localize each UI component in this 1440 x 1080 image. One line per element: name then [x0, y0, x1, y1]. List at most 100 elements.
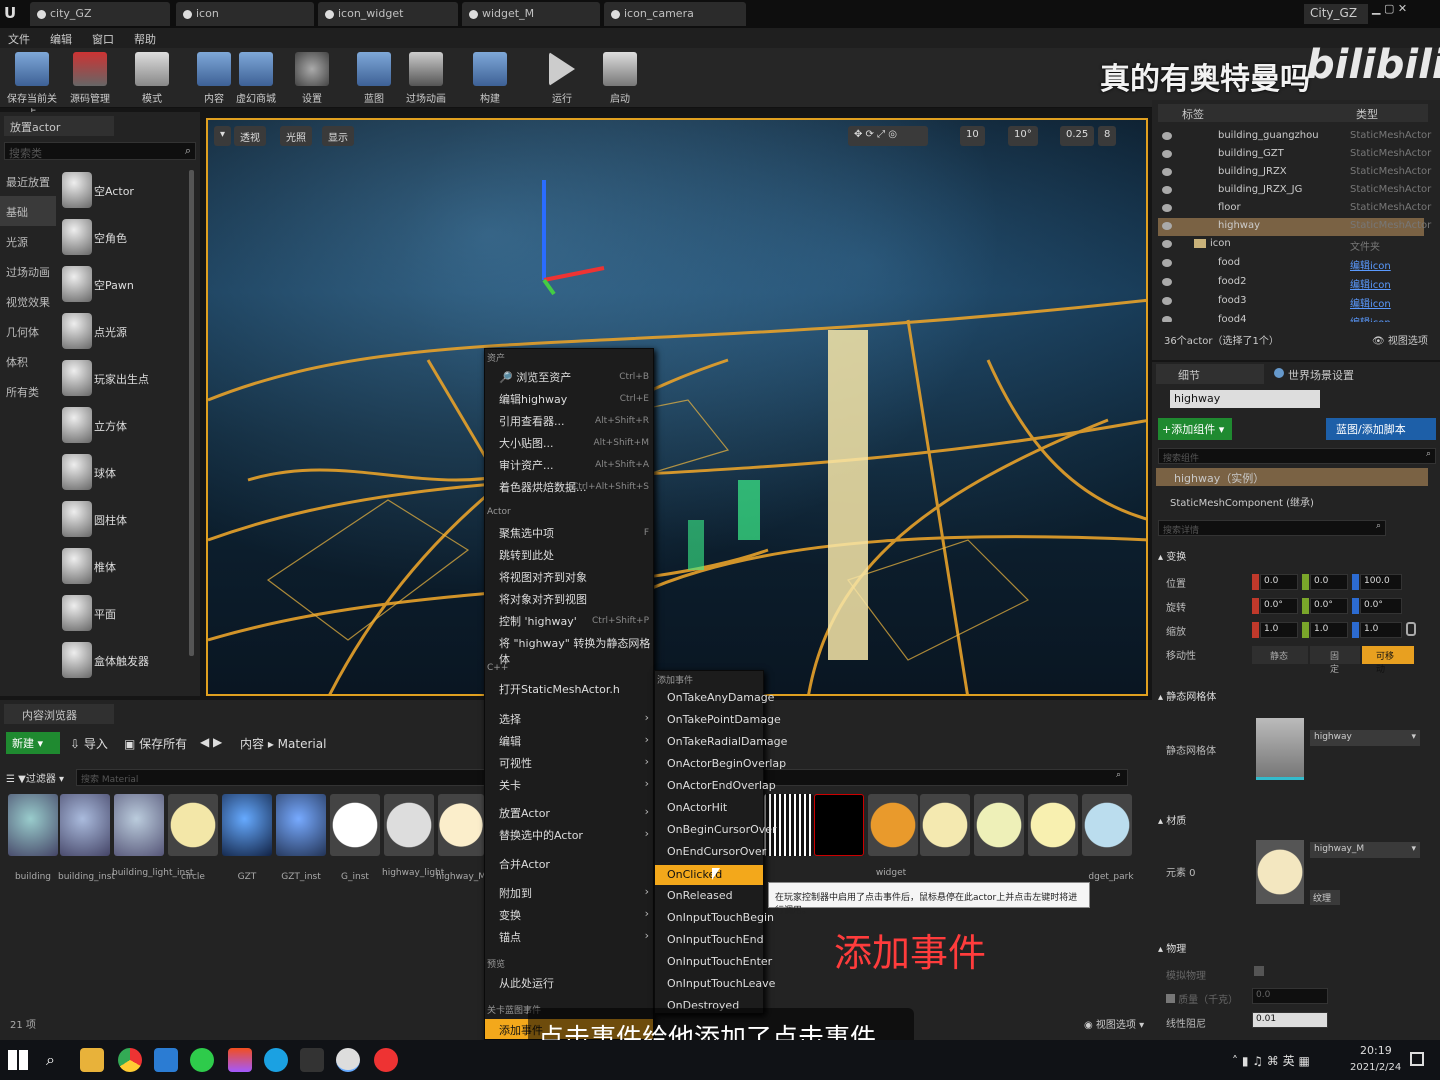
mesh-dropdown[interactable]: highway ▾: [1310, 730, 1420, 746]
tab-widget-m[interactable]: widget_M: [462, 2, 600, 26]
world-settings-tab[interactable]: 世界场景设置: [1272, 364, 1382, 384]
save-all-button[interactable]: ▣ 保存所有: [124, 735, 187, 752]
epic-launcher-icon[interactable]: [300, 1048, 324, 1072]
menu-item[interactable]: 将对象对齐到视图: [499, 591, 587, 607]
category-geometry[interactable]: 几何体: [0, 316, 56, 346]
menu-item[interactable]: 变换: [499, 907, 521, 923]
place-item-empty-actor[interactable]: 空Actor: [60, 168, 188, 214]
add-component-button[interactable]: +添加组件 ▾: [1158, 418, 1232, 440]
outliner-folder-row[interactable]: icon 文件夹: [1158, 236, 1424, 254]
menu-file[interactable]: 文件: [8, 31, 30, 46]
level-viewport[interactable]: ▾ 透视 光照 显示 ✥ ⟳ ⤢ ◎ 10 10° 0.25 8: [206, 118, 1148, 696]
asset-tile[interactable]: [384, 794, 434, 856]
menu-item[interactable]: 放置Actor: [499, 805, 550, 821]
menu-item[interactable]: 聚焦选中项: [499, 525, 554, 541]
eye-icon[interactable]: [1162, 259, 1172, 267]
category-cinematic[interactable]: 过场动画: [0, 256, 56, 286]
transform-tools[interactable]: ✥ ⟳ ⤢ ◎: [848, 126, 928, 146]
place-item-player-start[interactable]: 玩家出生点: [60, 356, 188, 402]
asset-tile[interactable]: [814, 794, 864, 856]
scale-x-field[interactable]: 1.0: [1260, 622, 1298, 638]
menu-item[interactable]: 跳转到此处: [499, 547, 554, 563]
blueprints-button[interactable]: 蓝图: [346, 52, 402, 106]
menu-item[interactable]: 替换选中的Actor: [499, 827, 583, 843]
category-basic[interactable]: 基础: [0, 196, 56, 226]
figma-icon[interactable]: [228, 1048, 252, 1072]
place-item-cone[interactable]: 椎体: [60, 544, 188, 590]
asset-tile[interactable]: [276, 794, 326, 856]
location-x-field[interactable]: 0.0: [1260, 574, 1298, 590]
mass-field[interactable]: 0.0: [1252, 988, 1328, 1004]
materials-section[interactable]: ▴ 材质: [1158, 812, 1186, 827]
rotation-x-field[interactable]: 0.0°: [1260, 598, 1298, 614]
asset-tile[interactable]: [8, 794, 58, 856]
eye-icon[interactable]: [1162, 240, 1172, 248]
window-controls[interactable]: ▁ ▢ ✕: [1372, 2, 1436, 16]
eye-icon[interactable]: [1162, 204, 1172, 212]
label-column-header[interactable]: 标签: [1182, 106, 1204, 122]
asset-tile[interactable]: [868, 794, 918, 856]
build-button[interactable]: 构建: [462, 52, 518, 106]
menu-item[interactable]: 大小贴图...: [499, 435, 554, 451]
menu-item[interactable]: 关卡: [499, 777, 521, 793]
mass-checkbox[interactable]: [1166, 994, 1175, 1003]
actor-name-input[interactable]: highway: [1170, 390, 1320, 408]
material-dropdown[interactable]: highway_M ▾: [1310, 842, 1420, 858]
asset-tile[interactable]: [1082, 794, 1132, 856]
save-level-button[interactable]: 保存当前关卡: [4, 52, 60, 120]
simulate-physics-checkbox[interactable]: [1254, 966, 1264, 976]
content-browser-tab[interactable]: 内容浏览器: [4, 704, 114, 724]
outliner-row[interactable]: building_JRZX_JG StaticMeshActor: [1158, 182, 1431, 200]
chrome-icon[interactable]: [118, 1048, 142, 1072]
menu-help[interactable]: 帮助: [134, 31, 156, 46]
outliner-row[interactable]: food 编辑icon: [1158, 255, 1424, 273]
eye-icon[interactable]: [1162, 222, 1172, 230]
menu-item[interactable]: 将 "highway" 转换为静态网格体: [499, 635, 653, 667]
place-item-empty-character[interactable]: 空角色: [60, 215, 188, 261]
modes-button[interactable]: 模式: [124, 52, 180, 106]
history-nav[interactable]: ◀ ▶: [200, 735, 222, 749]
tab-city-gz[interactable]: city_GZ: [30, 2, 170, 26]
rotation-z-field[interactable]: 0.0°: [1360, 598, 1402, 614]
category-all-classes[interactable]: 所有类: [0, 376, 56, 406]
rotation-snap-value[interactable]: 10°: [1008, 126, 1038, 146]
new-button[interactable]: 新建 ▾: [6, 732, 60, 754]
location-label[interactable]: 位置: [1166, 575, 1186, 590]
eye-icon[interactable]: [1162, 168, 1172, 176]
outliner-row[interactable]: building_guangzhou StaticMeshActor: [1158, 128, 1431, 146]
event-item[interactable]: OnInputTouchEnter: [667, 955, 772, 968]
place-item-point-light[interactable]: 点光源: [60, 309, 188, 355]
place-item-sphere[interactable]: 球体: [60, 450, 188, 496]
outliner-row[interactable]: building_GZT StaticMeshActor: [1158, 146, 1431, 164]
notification-icon[interactable]: [1410, 1052, 1424, 1066]
tab-icon-camera[interactable]: icon_camera: [604, 2, 746, 26]
event-item[interactable]: OnInputTouchBegin: [667, 911, 774, 924]
eye-icon[interactable]: [1162, 186, 1172, 194]
place-item-empty-pawn[interactable]: 空Pawn: [60, 262, 188, 308]
menu-item[interactable]: 控制 'highway': [499, 613, 577, 629]
scale-label[interactable]: 缩放: [1166, 623, 1186, 638]
eye-icon[interactable]: [1162, 132, 1172, 140]
asset-tile[interactable]: [60, 794, 110, 856]
clock-time[interactable]: 20:19: [1360, 1044, 1392, 1057]
clock-date[interactable]: 2021/2/24: [1350, 1062, 1401, 1073]
menu-item[interactable]: 将视图对齐到对象: [499, 569, 587, 585]
wechat-icon[interactable]: [190, 1048, 214, 1072]
details-tab[interactable]: 细节: [1156, 364, 1264, 384]
event-item[interactable]: OnActorBeginOverlap: [667, 757, 786, 770]
search-details-input[interactable]: 搜索详情 ⌕: [1158, 520, 1386, 536]
tab-icon[interactable]: icon: [176, 2, 314, 26]
eye-icon[interactable]: [1162, 278, 1172, 286]
menu-item[interactable]: 合并Actor: [499, 856, 550, 872]
location-y-field[interactable]: 0.0: [1310, 574, 1348, 590]
search-components-input[interactable]: 搜索组件 ⌕: [1158, 448, 1436, 464]
event-item-onclicked[interactable]: OnClicked: [655, 865, 763, 885]
eye-icon[interactable]: [1162, 297, 1172, 305]
menu-window[interactable]: 窗口: [92, 31, 114, 46]
asset-tile[interactable]: [974, 794, 1024, 856]
transform-section[interactable]: ▴ 变换: [1158, 548, 1186, 563]
menu-item[interactable]: 选择: [499, 711, 521, 727]
search-classes-input[interactable]: 搜索类 ⌕: [4, 142, 196, 160]
category-visual-effects[interactable]: 视觉效果: [0, 286, 56, 316]
menu-item[interactable]: 审计资产...: [499, 457, 554, 473]
